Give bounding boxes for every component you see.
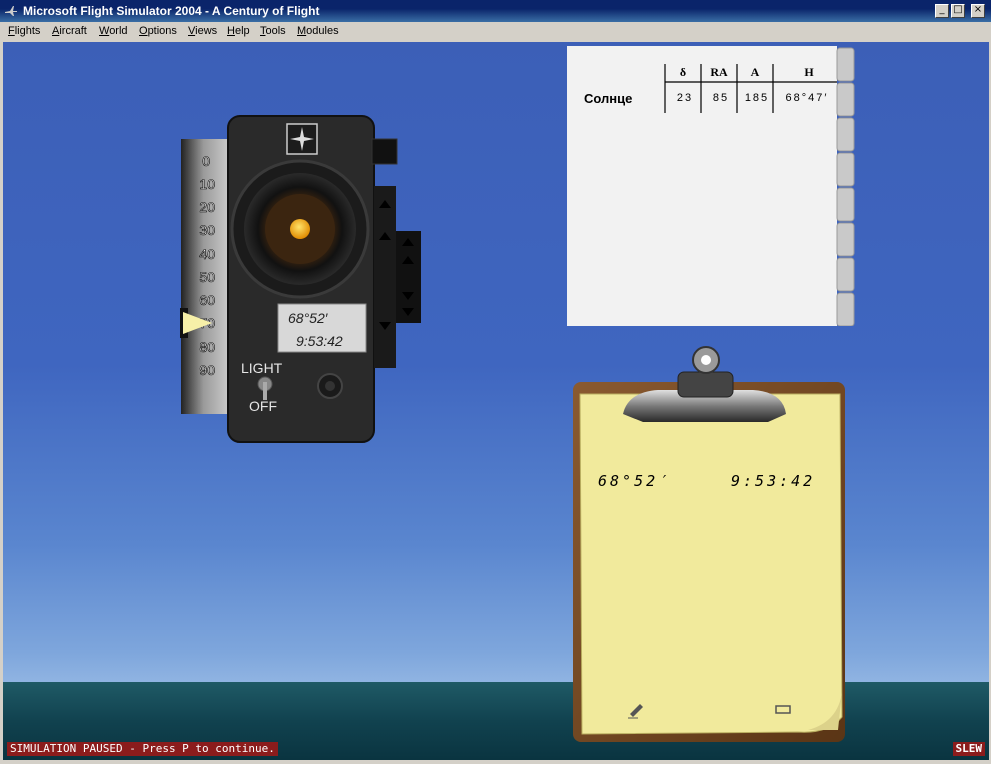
cell-ra: 85: [713, 92, 729, 104]
menu-options[interactable]: Options: [139, 25, 177, 37]
cell-azimuth: 185: [745, 92, 769, 104]
col-header-declination: δ: [680, 65, 686, 79]
window-titlebar[interactable]: Microsoft Flight Simulator 2004 - A Cent…: [0, 0, 991, 22]
maximize-button[interactable]: □: [951, 4, 965, 18]
notepad-paper: [579, 393, 843, 735]
scale-tick-label: 10: [199, 176, 215, 192]
scale-tick-label: 0: [202, 153, 210, 169]
col-header-azimuth: A: [751, 65, 760, 79]
side-square-button[interactable]: [371, 138, 398, 165]
scale-tick-label: 40: [199, 246, 215, 262]
menu-views[interactable]: Views: [188, 25, 217, 37]
scale-tick-label: 20: [199, 199, 215, 215]
col-header-altitude: H: [804, 65, 814, 79]
readout-angle: 68°52′: [288, 310, 329, 326]
row-label-sun: Солнце: [584, 91, 632, 106]
simulator-view[interactable]: 0 10 20 30 40 50 60 70 80 90: [3, 42, 989, 760]
note-angle: 68°52′: [598, 472, 670, 490]
col-header-ra: RA: [710, 65, 728, 79]
clipboard-notepad[interactable]: 68°52′ 9:53:42: [568, 342, 868, 747]
sight-table-panel: δ RA A H Солнце 23 85 185 68°47′: [567, 46, 855, 326]
menu-world[interactable]: World: [99, 25, 128, 37]
minimize-button[interactable]: _: [935, 4, 949, 18]
status-paused: SIMULATION PAUSED - Press P to continue.: [7, 742, 278, 756]
scale-tick-label: 80: [199, 339, 215, 355]
panel-tabs[interactable]: [836, 47, 855, 326]
readout-time: 9:53:42: [296, 333, 343, 349]
scale-tick-label: 90: [199, 362, 215, 378]
off-label: OFF: [249, 398, 277, 414]
menu-bar: Flights Aircraft World Options Views Hel…: [0, 22, 991, 42]
status-slew: SLEW: [952, 742, 985, 756]
menu-help[interactable]: Help: [227, 25, 250, 37]
close-button[interactable]: ×: [971, 4, 985, 18]
scale-tick-label: 30: [199, 222, 215, 238]
scale-tick-label: 60: [199, 292, 215, 308]
airplane-icon: [5, 6, 17, 16]
note-time: 9:53:42: [731, 472, 815, 490]
menu-flights[interactable]: Flights: [8, 25, 40, 37]
menu-tools[interactable]: Tools: [260, 25, 286, 37]
cell-declination: 23: [677, 92, 693, 104]
sextant-gauge[interactable]: 0 10 20 30 40 50 60 70 80 90: [178, 114, 428, 444]
scale-tick-label: 50: [199, 269, 215, 285]
fine-adjust-knob[interactable]: [374, 186, 396, 368]
menu-aircraft[interactable]: Aircraft: [52, 25, 87, 37]
sun-disc: [290, 219, 310, 239]
window-title: Microsoft Flight Simulator 2004 - A Cent…: [23, 4, 320, 18]
menu-modules[interactable]: Modules: [297, 25, 339, 37]
light-label: LIGHT: [241, 360, 283, 376]
cell-altitude: 68°47′: [786, 92, 829, 104]
